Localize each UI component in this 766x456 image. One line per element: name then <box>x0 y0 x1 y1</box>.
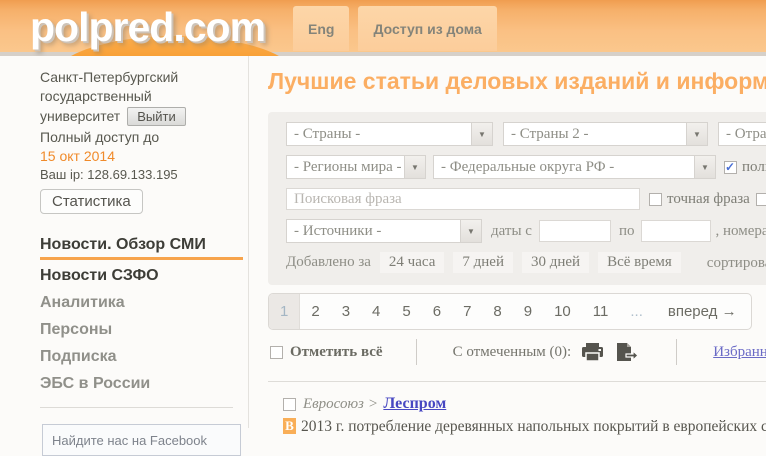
filter-panel: - Страны - ▼ - Страны 2 - ▼ - Отрасл - Р… <box>268 112 766 285</box>
sidebar-item-subscription[interactable]: Подписка <box>40 348 240 366</box>
select-all-checkbox[interactable] <box>270 346 283 359</box>
page-1: 1 <box>269 294 300 329</box>
period-7d-button[interactable]: 7 дней <box>453 252 513 273</box>
chevron-down-icon: ▼ <box>686 123 707 145</box>
sidebar-item-news-szfo[interactable]: Новости СЗФО <box>40 267 240 285</box>
page-7[interactable]: 7 <box>452 294 482 329</box>
article-checkbox[interactable] <box>283 398 296 411</box>
logout-button[interactable]: Выйти <box>127 107 186 126</box>
page-10[interactable]: 10 <box>543 294 582 329</box>
divider <box>676 339 677 365</box>
world-regions-select[interactable]: - Регионы мира - ▼ <box>286 155 426 179</box>
site-logo[interactable]: polpred.com <box>30 4 265 51</box>
sources-select[interactable]: - Источники - ▼ <box>286 219 482 243</box>
period-all-button[interactable]: Всё время <box>598 252 681 273</box>
sidebar-item-ebs-russia[interactable]: ЭБС в России <box>40 375 240 393</box>
second-checkbox[interactable] <box>756 193 766 206</box>
export-button[interactable] <box>616 343 638 362</box>
content-separator <box>268 381 766 382</box>
date-from-input[interactable] <box>539 220 611 242</box>
select-all-label: Отметить всё <box>290 344 383 361</box>
statistics-button[interactable]: Статистика <box>40 189 143 214</box>
exact-phrase-checkbox[interactable] <box>649 193 662 206</box>
sort-label: сортировать <box>707 255 766 271</box>
exact-phrase-label: точная фраза <box>667 191 750 208</box>
dates-from-label: даты с <box>491 223 532 240</box>
page-4[interactable]: 4 <box>361 294 391 329</box>
printer-icon <box>581 343 604 362</box>
sidebar-separator <box>40 407 233 408</box>
print-button[interactable] <box>581 343 604 362</box>
page-8[interactable]: 8 <box>482 294 512 329</box>
federal-districts-select-value: - Федеральные округа РФ - <box>434 159 694 176</box>
article-text-row: В 2013 г. потребление деревянных напольн… <box>268 418 766 436</box>
chevron-down-icon: ▼ <box>471 123 492 145</box>
org-name-line2: государственный <box>40 87 240 106</box>
header-tabs: Eng Доступ из дома <box>293 6 497 51</box>
next-page-button[interactable]: вперед → <box>654 294 751 329</box>
article-header-row: Евросоюз > Леспром <box>268 395 766 413</box>
industries-select[interactable]: - Отрасл <box>718 122 766 146</box>
fulltext-checkbox[interactable] <box>724 161 737 174</box>
sidebar-item-analytics[interactable]: Аналитика <box>40 294 240 312</box>
article-text: 2013 г. потребление деревянных напольных… <box>301 418 766 436</box>
page-9[interactable]: 9 <box>513 294 543 329</box>
main-content: Лучшие статьи деловых изданий и информ -… <box>268 56 766 436</box>
access-label: Полный доступ до <box>40 128 240 147</box>
added-label: Добавлено за <box>286 254 371 271</box>
selection-bar: Отметить всё С отмеченным (0): Избранн <box>268 339 766 365</box>
dates-to-label: по <box>619 223 635 240</box>
page-2[interactable]: 2 <box>300 294 330 329</box>
industries-select-value: - Отрасл <box>719 126 766 143</box>
with-selected-label: С отмеченным (0): <box>453 344 572 361</box>
org-name-line1: Санкт-Петербургский <box>40 68 240 87</box>
page-11[interactable]: 11 <box>582 294 620 329</box>
sidebar-item-persons[interactable]: Персоны <box>40 321 240 339</box>
sidebar-item-news-smi[interactable]: Новости. Обзор СМИ <box>40 236 243 260</box>
numbers-label: , номера <box>715 223 766 240</box>
search-input[interactable] <box>286 188 640 210</box>
article-rubric-link[interactable]: Леспром <box>383 395 446 413</box>
sidebar-menu: Новости. Обзор СМИ Новости СЗФО Аналитик… <box>40 236 240 393</box>
export-doc-icon <box>616 343 638 362</box>
article-category: Евросоюз <box>303 396 364 413</box>
facebook-widget[interactable]: Найдите нас на Facebook <box>42 424 241 456</box>
period-24h-button[interactable]: 24 часа <box>380 252 444 273</box>
breadcrumb-separator: > <box>369 396 377 413</box>
org-name-line3: университет <box>40 107 120 126</box>
sources-select-value: - Источники - <box>287 223 460 240</box>
federal-districts-select[interactable]: - Федеральные округа РФ - ▼ <box>433 155 716 179</box>
world-regions-select-value: - Регионы мира - <box>287 159 404 176</box>
tab-eng[interactable]: Eng <box>293 6 349 51</box>
date-to-input[interactable] <box>641 220 711 242</box>
page-6[interactable]: 6 <box>422 294 452 329</box>
sidebar-content-divider <box>248 56 249 428</box>
sidebar: Санкт-Петербургский государственный унив… <box>40 68 240 456</box>
pagination: 1 2 3 4 5 6 7 8 9 10 11 ... вперед → <box>268 293 752 330</box>
fulltext-label: полны <box>742 159 766 176</box>
chevron-down-icon: ▼ <box>404 156 425 178</box>
page-title: Лучшие статьи деловых изданий и информ <box>268 68 766 95</box>
ip-address: Ваш ip: 128.69.133.195 <box>40 166 240 184</box>
countries-select-value: - Страны - <box>287 126 471 143</box>
divider <box>416 339 417 365</box>
countries2-select-value: - Страны 2 - <box>504 126 686 143</box>
countries2-select[interactable]: - Страны 2 - ▼ <box>503 122 708 146</box>
chevron-down-icon: ▼ <box>460 220 481 242</box>
access-date: 15 окт 2014 <box>40 147 240 166</box>
tab-home-access[interactable]: Доступ из дома <box>358 6 496 51</box>
chevron-down-icon: ▼ <box>694 156 715 178</box>
page-ellipsis: ... <box>619 294 654 329</box>
page-3[interactable]: 3 <box>331 294 361 329</box>
favorites-link[interactable]: Избранн <box>713 344 766 361</box>
page-5[interactable]: 5 <box>391 294 421 329</box>
source-badge: В <box>283 418 296 434</box>
header: polpred.com Eng Доступ из дома <box>0 0 766 56</box>
period-30d-button[interactable]: 30 дней <box>522 252 589 273</box>
countries-select[interactable]: - Страны - ▼ <box>286 122 493 146</box>
